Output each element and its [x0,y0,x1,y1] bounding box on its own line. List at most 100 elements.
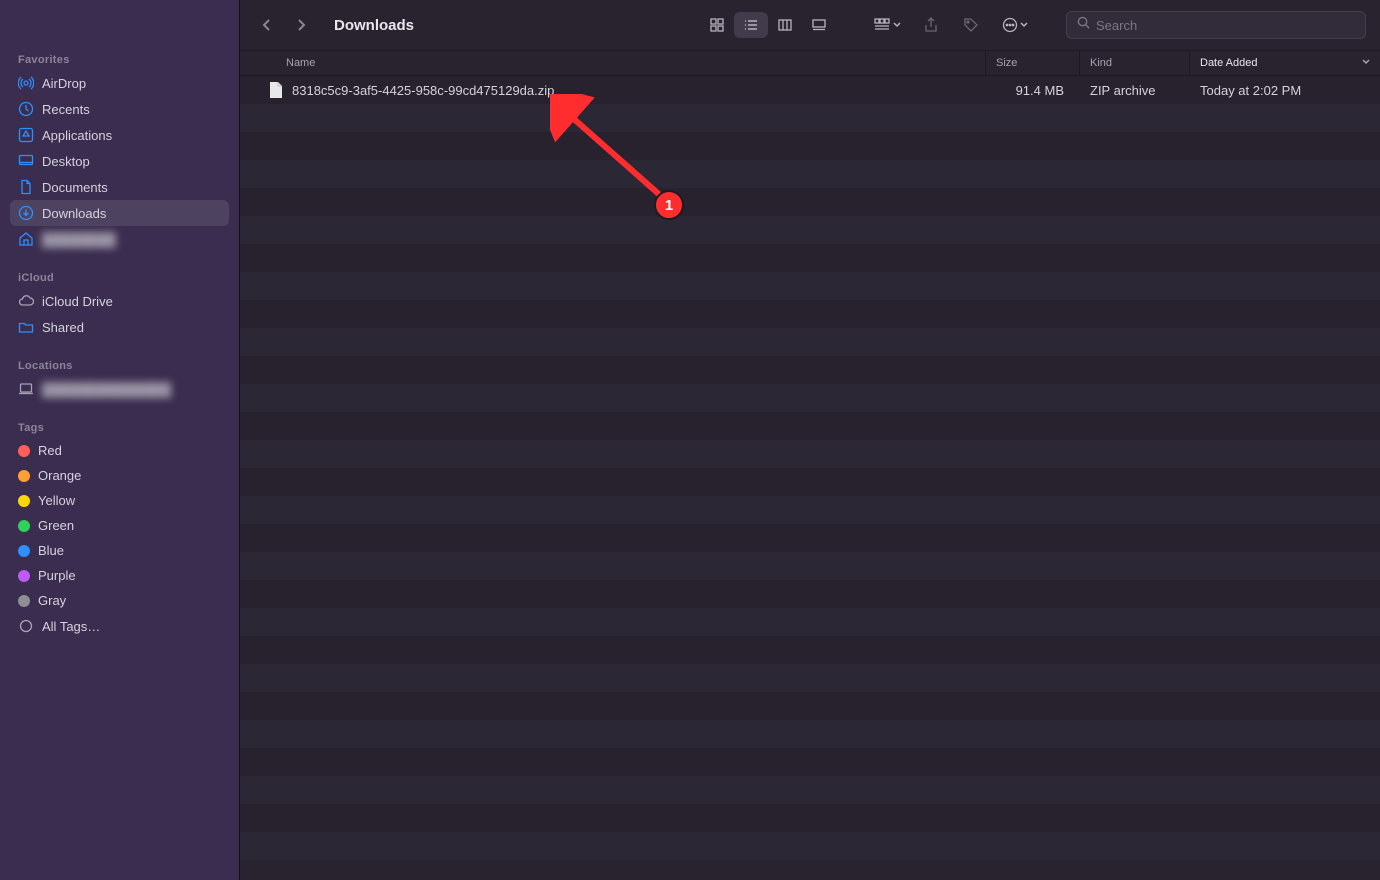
icloud-header: iCloud [10,266,229,288]
empty-row [240,328,1380,356]
sidebar-tag-purple[interactable]: Purple [10,563,229,588]
file-list: 8318c5c9-3af5-4425-958c-99cd475129da.zip… [240,76,1380,880]
nav-buttons [254,16,318,34]
file-date: Today at 2:02 PM [1190,83,1380,98]
sidebar-item-computer[interactable]: ██████████████ [10,376,229,402]
empty-row [240,188,1380,216]
file-name: 8318c5c9-3af5-4425-958c-99cd475129da.zip [292,83,554,98]
sidebar-item-shared[interactable]: Shared [10,314,229,340]
empty-row [240,832,1380,860]
empty-row [240,720,1380,748]
sidebar-item-label: All Tags… [42,619,100,634]
shared-folder-icon [18,319,34,335]
apps-icon [18,127,34,143]
sidebar-item-label: AirDrop [42,76,86,91]
sidebar-tag-green[interactable]: Green [10,513,229,538]
sidebar-tag-gray[interactable]: Gray [10,588,229,613]
sidebar-item-applications[interactable]: Applications [10,122,229,148]
search-box[interactable] [1066,11,1366,39]
empty-row [240,216,1380,244]
empty-row [240,748,1380,776]
empty-row [240,580,1380,608]
view-grid-button[interactable] [700,12,734,38]
column-name[interactable]: Name [240,51,986,75]
empty-row [240,356,1380,384]
empty-row [240,160,1380,188]
sidebar-item-label: Shared [42,320,84,335]
empty-row [240,104,1380,132]
sidebar-tag-blue[interactable]: Blue [10,538,229,563]
all-tags-icon [18,618,34,634]
clock-icon [18,101,34,117]
tag-button[interactable] [956,12,986,38]
sidebar-item-label: Desktop [42,154,90,169]
empty-row [240,244,1380,272]
locations-header: Locations [10,354,229,376]
empty-row [240,468,1380,496]
sidebar: Favorites AirDrop Recents Applications D… [0,0,240,880]
column-size[interactable]: Size [986,51,1080,75]
back-button[interactable] [258,16,276,34]
sidebar-item-desktop[interactable]: Desktop [10,148,229,174]
sidebar-item-label: ██████████████ [42,382,171,397]
tag-dot-icon [18,495,30,507]
empty-row [240,496,1380,524]
share-button[interactable] [916,12,946,38]
group-by-button[interactable] [868,12,906,38]
sort-chevron-icon [1362,58,1370,68]
sidebar-item-downloads[interactable]: Downloads [10,200,229,226]
sidebar-item-recents[interactable]: Recents [10,96,229,122]
file-row[interactable]: 8318c5c9-3af5-4425-958c-99cd475129da.zip… [240,76,1380,104]
empty-row [240,692,1380,720]
tag-dot-icon [18,595,30,607]
tag-dot-icon [18,470,30,482]
tag-dot-icon [18,445,30,457]
sidebar-item-home[interactable]: ████████ [10,226,229,252]
window-title: Downloads [334,17,414,34]
view-gallery-button[interactable] [802,12,836,38]
file-kind: ZIP archive [1080,83,1190,98]
document-icon [18,179,34,195]
empty-row [240,384,1380,412]
sidebar-tag-yellow[interactable]: Yellow [10,488,229,513]
view-columns-button[interactable] [768,12,802,38]
favorites-header: Favorites [10,48,229,70]
airdrop-icon [18,75,34,91]
file-size: 91.4 MB [986,83,1080,98]
sidebar-item-label: Blue [38,543,64,558]
home-icon [18,231,34,247]
sidebar-item-label: Purple [38,568,76,583]
empty-row [240,300,1380,328]
sidebar-item-label: Downloads [42,206,106,221]
sidebar-item-documents[interactable]: Documents [10,174,229,200]
empty-row [240,552,1380,580]
laptop-icon [18,381,34,397]
empty-row [240,804,1380,832]
empty-row [240,440,1380,468]
columns-header: Name Size Kind Date Added [240,50,1380,76]
sidebar-item-label: Recents [42,102,90,117]
sidebar-item-airdrop[interactable]: AirDrop [10,70,229,96]
view-list-button[interactable] [734,12,768,38]
empty-row [240,132,1380,160]
sidebar-item-label: Red [38,443,62,458]
sidebar-item-label: Gray [38,593,66,608]
sidebar-item-label: Documents [42,180,108,195]
more-actions-button[interactable] [996,12,1034,38]
search-input[interactable] [1096,18,1355,33]
column-date-added[interactable]: Date Added [1190,51,1380,75]
sidebar-item-label: Applications [42,128,112,143]
sidebar-tag-red[interactable]: Red [10,438,229,463]
sidebar-item-label: Green [38,518,74,533]
tag-dot-icon [18,570,30,582]
sidebar-item-label: Yellow [38,493,75,508]
empty-row [240,524,1380,552]
sidebar-tag-orange[interactable]: Orange [10,463,229,488]
sidebar-item-icloud-drive[interactable]: iCloud Drive [10,288,229,314]
forward-button[interactable] [292,16,310,34]
sidebar-all-tags[interactable]: All Tags… [10,613,229,639]
cloud-icon [18,293,34,309]
sidebar-item-label: Orange [38,468,81,483]
toolbar: Downloads [240,0,1380,50]
column-kind[interactable]: Kind [1080,51,1190,75]
